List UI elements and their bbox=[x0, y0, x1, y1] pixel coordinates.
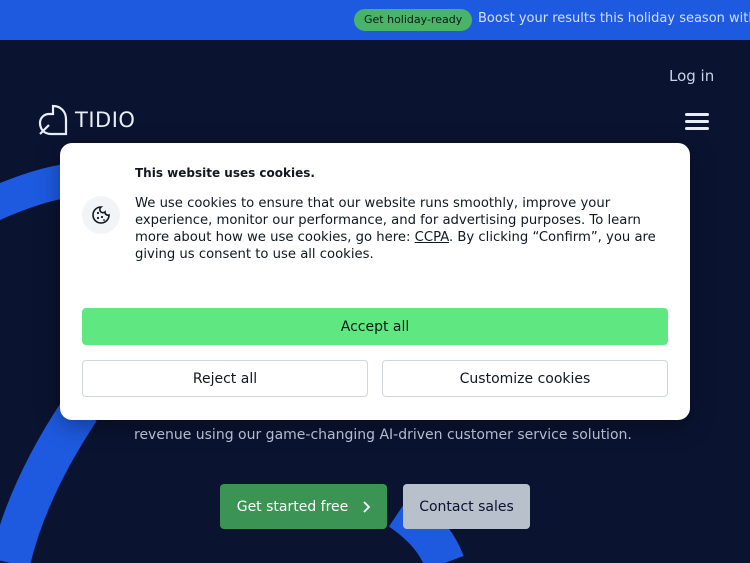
chevron-right-icon bbox=[363, 500, 371, 513]
promo-badge[interactable]: Get holiday-ready bbox=[354, 9, 473, 31]
hero-subtitle: revenue using our game-changing AI-drive… bbox=[134, 427, 632, 443]
cookie-icon bbox=[92, 206, 110, 224]
hamburger-menu-icon[interactable] bbox=[685, 113, 709, 131]
get-started-label: Get started free bbox=[236, 498, 349, 515]
customize-cookies-button[interactable]: Customize cookies bbox=[382, 360, 668, 397]
promo-bar: Get holiday-ready Boost your results thi… bbox=[0, 0, 750, 40]
accept-all-button[interactable]: Accept all bbox=[82, 308, 668, 345]
get-started-button[interactable]: Get started free bbox=[220, 484, 387, 529]
cookie-description: We use cookies to ensure that our websit… bbox=[135, 195, 665, 263]
reject-all-button[interactable]: Reject all bbox=[82, 360, 368, 397]
login-link[interactable]: Log in bbox=[669, 67, 714, 85]
cookie-title: This website uses cookies. bbox=[135, 166, 315, 180]
logo[interactable]: TIDIO bbox=[37, 103, 135, 137]
cookie-icon-container bbox=[82, 196, 120, 234]
tidio-logo-icon bbox=[38, 104, 68, 136]
promo-text[interactable]: Boost your results this holiday season w… bbox=[478, 11, 750, 26]
contact-sales-button[interactable]: Contact sales bbox=[403, 484, 530, 529]
logo-text: TIDIO bbox=[75, 108, 136, 132]
ccpa-link[interactable]: CCPA bbox=[415, 230, 449, 245]
cookie-consent-dialog: This website uses cookies. We use cookie… bbox=[60, 143, 690, 420]
